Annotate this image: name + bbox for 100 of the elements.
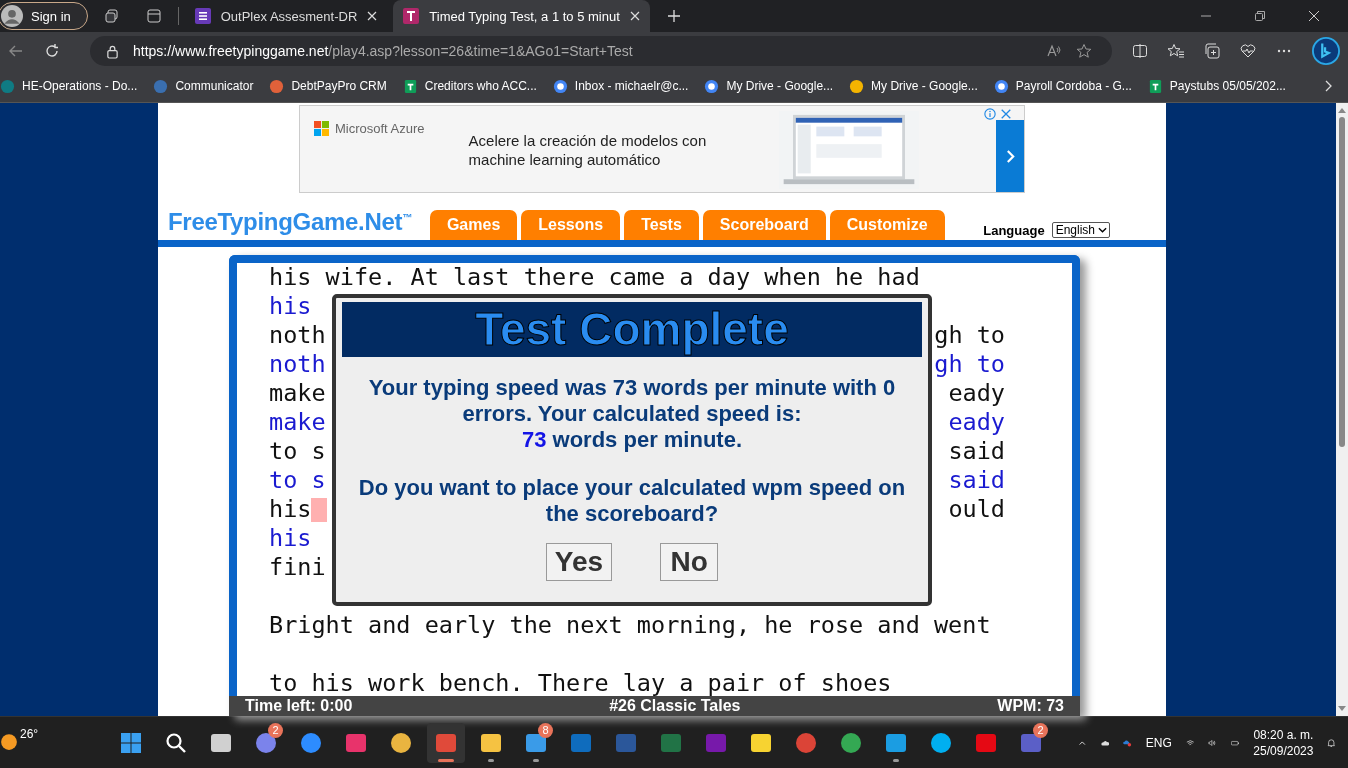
typing-text: noth	[269, 350, 326, 379]
question-text: Do you want to place your calculated wpm speed on the scoreboard?	[357, 475, 907, 527]
workspaces-icon[interactable]	[103, 8, 120, 24]
typing-text: eady	[948, 379, 1005, 408]
dialog-button[interactable]: No	[660, 543, 719, 581]
collections-icon[interactable]	[1204, 43, 1220, 59]
chevron-right-icon	[1005, 148, 1015, 164]
browser-tab[interactable]: Timed Typing Test, a 1 to 5 minut	[393, 0, 650, 32]
weather-widget[interactable]: 26°	[0, 722, 39, 763]
letter-logo-icon	[403, 8, 420, 24]
speed-unit: words per minute.	[552, 427, 743, 452]
typing-text: said	[948, 437, 1005, 466]
typing-text: make	[269, 379, 326, 408]
vertical-tabs-icon[interactable]	[145, 8, 162, 24]
sheet-icon	[402, 78, 418, 94]
notification-badge: 8	[538, 722, 554, 738]
profile-button[interactable]: Sign in	[0, 2, 88, 30]
snipping-tool-button[interactable]	[427, 722, 466, 763]
typing-text: his	[269, 292, 312, 321]
bookmark-label: DebtPayPro CRM	[291, 79, 387, 93]
typing-text: said	[948, 466, 1005, 495]
scrollbar[interactable]	[1336, 103, 1348, 716]
back-icon[interactable]	[8, 43, 24, 59]
list-icon	[194, 8, 211, 24]
typing-text: to s	[269, 466, 326, 495]
typing-text: to s	[269, 437, 326, 466]
wpm-reading: WPM: 73	[997, 697, 1064, 715]
bookmark-label: My Drive - Google...	[871, 79, 978, 93]
caret-icon	[1098, 227, 1107, 233]
bookmark[interactable]: Payroll Cordoba - G...	[993, 78, 1132, 94]
scroll-down-icon[interactable]	[1338, 706, 1346, 712]
typing-text: his	[269, 495, 312, 524]
typing-text: eady	[948, 408, 1005, 437]
bookmark-label: Payroll Cordoba - G...	[1015, 79, 1132, 93]
bookmark[interactable]: Inbox - michaelr@c...	[552, 78, 689, 94]
avatar-icon	[1, 5, 23, 27]
temperature: 26°	[20, 726, 39, 741]
bing-icon[interactable]	[1312, 37, 1340, 65]
speed-value: 73	[521, 427, 547, 452]
running-indicator	[533, 758, 540, 762]
typing-text: noth	[269, 321, 326, 350]
bookmark[interactable]: HE-Operations - Do...	[0, 78, 138, 94]
typing-text: gh to	[934, 321, 1005, 350]
bookmark[interactable]: My Drive - Google...	[849, 78, 978, 94]
language-select[interactable]: English	[1051, 222, 1110, 238]
bookmark-label: Paystubs 05/05/202...	[1169, 79, 1286, 93]
new-tab-icon[interactable]	[665, 8, 682, 24]
typing-text: his wife. At last there came a day when he had	[269, 263, 920, 292]
notification-badge: 2	[268, 722, 284, 738]
typing-text: Bright and early the next morning, he rose and went	[269, 611, 991, 640]
running-indicator	[438, 758, 455, 762]
notification-badge: 2	[1033, 722, 1049, 738]
bookmark-label: HE-Operations - Do...	[22, 79, 138, 93]
result-message: Your typing speed was 73 words per minute with 0 errors. Your calculated speed is:	[367, 375, 897, 427]
url-text: https://www.freetypinggame.net/play4.asp?lesson=26&time=1&AGo1=Start+Test	[133, 43, 633, 59]
bookmark[interactable]: Paystubs 05/05/202...	[1147, 78, 1286, 94]
site-logo[interactable]: FreeTypingGame.Net$^{™}$	[168, 207, 412, 236]
input-language[interactable]: ENG	[1145, 735, 1172, 750]
sheet-icon	[1147, 78, 1163, 94]
ad-banner[interactable]: Microsoft Azure Acelere la creación de modelos con machine learning automático	[299, 105, 1025, 193]
bookmark-label: Creditors who ACC...	[424, 79, 537, 93]
clock-time: 08:20 a. m.	[1253, 727, 1314, 742]
bookmark[interactable]: Communicator	[153, 78, 254, 94]
star-icon[interactable]	[1076, 43, 1092, 59]
bookmark[interactable]: DebtPayPro CRM	[269, 78, 387, 94]
tab-title: Timed Typing Test, a 1 to 5 minut	[429, 8, 620, 24]
dialog-title: Test Complete	[342, 302, 922, 357]
restore-icon[interactable]	[1254, 10, 1266, 22]
running-indicator	[488, 758, 495, 762]
start-icon	[119, 730, 144, 755]
typing-text: to his work bench. There lay a pair of shoes	[269, 669, 892, 696]
address-field[interactable]: https://www.freetypinggame.net/play4.asp?lesson=26&time=1&AGo1=Start+Test	[90, 36, 1112, 66]
browser-tab[interactable]: OutPlex Assesment-DR	[184, 0, 388, 32]
dialog-button[interactable]: Yes	[545, 543, 613, 581]
typing-text: gh to	[934, 350, 1005, 379]
scroll-up-icon[interactable]	[1338, 107, 1346, 113]
lock-icon	[106, 43, 119, 59]
time-left: Time left: 0:00	[245, 697, 353, 715]
favorites-icon[interactable]	[1168, 43, 1184, 59]
language-label: Language	[983, 223, 1045, 238]
ad-text: Acelere la creación de modelos con machine learning automático	[468, 131, 708, 170]
typing-text: make	[269, 408, 326, 437]
bookmark[interactable]: My Drive - Google...	[704, 78, 834, 94]
lesson-title: #26 Classic Tales	[609, 697, 741, 715]
bookmark-label: Inbox - michaelr@c...	[574, 79, 689, 93]
read-aloud-icon[interactable]	[1046, 43, 1062, 59]
bookmark[interactable]: Creditors who ACC...	[402, 78, 537, 94]
split-screen-icon[interactable]	[1132, 43, 1148, 59]
refresh-icon[interactable]	[44, 43, 60, 59]
heart-pulse-icon[interactable]	[1240, 43, 1256, 59]
clock[interactable]: 08:20 a. m. 25/09/2023	[1253, 727, 1314, 758]
ad-brand: Microsoft Azure	[335, 121, 425, 136]
clock-date: 25/09/2023	[1253, 743, 1314, 758]
typing-text: his	[269, 524, 312, 553]
close-icon[interactable]	[1308, 10, 1320, 22]
typing-text: fini	[269, 553, 326, 582]
windows-logo-icon	[314, 121, 329, 136]
running-indicator	[893, 758, 900, 762]
tab-title: OutPlex Assesment-DR	[220, 8, 358, 24]
info-icon[interactable]	[984, 108, 996, 120]
